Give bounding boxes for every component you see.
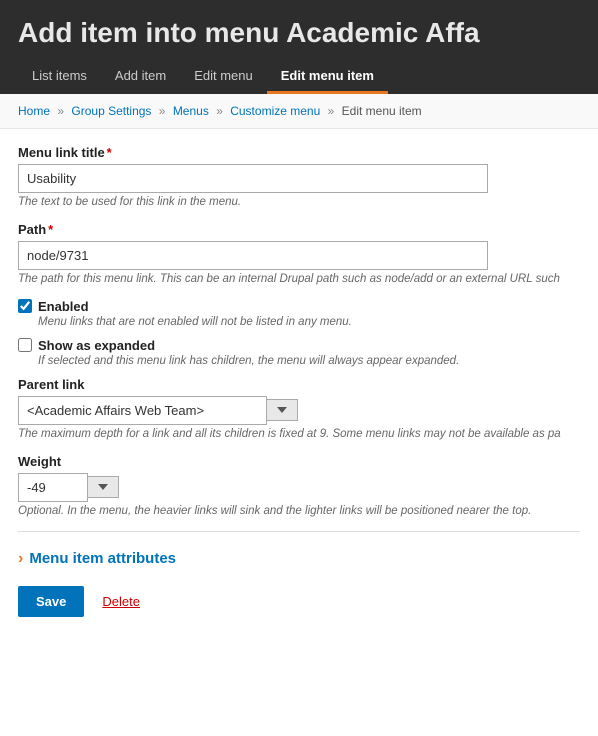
parent-link-depth-hint: The maximum depth for a link and all its… bbox=[18, 428, 580, 440]
enabled-hint: Menu links that are not enabled will not… bbox=[18, 316, 580, 328]
breadcrumb-menus[interactable]: Menus bbox=[173, 104, 209, 118]
chevron-down-icon bbox=[277, 407, 287, 413]
delete-button[interactable]: Delete bbox=[102, 594, 140, 609]
menu-link-title-input[interactable] bbox=[18, 164, 488, 193]
enabled-label[interactable]: Enabled bbox=[18, 299, 580, 314]
weight-select[interactable]: -49 bbox=[18, 473, 88, 502]
breadcrumb-sep-4: » bbox=[328, 104, 335, 118]
parent-link-select[interactable]: <Academic Affairs Web Team> bbox=[18, 396, 267, 425]
path-input[interactable] bbox=[18, 241, 488, 270]
show-expanded-hint: If selected and this menu link has child… bbox=[18, 355, 580, 367]
menu-link-title-group: Menu link title* The text to be used for… bbox=[18, 145, 580, 208]
menu-link-title-label: Menu link title* bbox=[18, 145, 580, 160]
tab-add-item[interactable]: Add item bbox=[101, 60, 180, 94]
breadcrumb: Home » Group Settings » Menus » Customiz… bbox=[0, 94, 598, 129]
weight-group: Weight -49 Optional. In the menu, the he… bbox=[18, 454, 580, 517]
required-marker: * bbox=[107, 145, 112, 160]
divider bbox=[18, 531, 580, 532]
parent-link-group: Parent link <Academic Affairs Web Team> … bbox=[18, 377, 580, 440]
breadcrumb-sep-2: » bbox=[159, 104, 166, 118]
breadcrumb-current: Edit menu item bbox=[342, 104, 422, 118]
menu-item-attributes-toggle[interactable]: › Menu item attributes bbox=[18, 550, 580, 568]
breadcrumb-sep-3: » bbox=[216, 104, 223, 118]
tab-list-items[interactable]: List items bbox=[18, 60, 101, 94]
show-expanded-checkbox[interactable] bbox=[18, 338, 32, 352]
menu-item-attributes-label: Menu item attributes bbox=[29, 550, 176, 567]
tab-edit-menu[interactable]: Edit menu bbox=[180, 60, 267, 94]
parent-link-label: Parent link bbox=[18, 377, 580, 392]
path-required-marker: * bbox=[48, 222, 53, 237]
parent-link-dropdown-btn[interactable] bbox=[267, 399, 298, 421]
enabled-checkbox[interactable] bbox=[18, 299, 32, 313]
breadcrumb-customize-menu[interactable]: Customize menu bbox=[230, 104, 320, 118]
weight-dropdown-btn[interactable] bbox=[88, 476, 119, 498]
form-buttons: Save Delete bbox=[18, 586, 580, 627]
weight-label: Weight bbox=[18, 454, 580, 469]
path-hint: The path for this menu link. This can be… bbox=[18, 273, 580, 285]
parent-link-select-container: <Academic Affairs Web Team> bbox=[18, 396, 298, 425]
menu-item-attributes-section: › Menu item attributes bbox=[18, 550, 580, 568]
weight-select-container: -49 bbox=[18, 473, 128, 502]
show-expanded-label[interactable]: Show as expanded bbox=[18, 338, 580, 353]
main-content: Menu link title* The text to be used for… bbox=[0, 129, 598, 643]
path-label: Path* bbox=[18, 222, 580, 237]
weight-chevron-down-icon bbox=[98, 484, 108, 490]
tab-bar: List items Add item Edit menu Edit menu … bbox=[18, 60, 580, 94]
show-expanded-group: Show as expanded If selected and this me… bbox=[18, 338, 580, 367]
path-group: Path* The path for this menu link. This … bbox=[18, 222, 580, 285]
breadcrumb-group-settings[interactable]: Group Settings bbox=[71, 104, 151, 118]
breadcrumb-sep-1: » bbox=[57, 104, 64, 118]
enabled-group: Enabled Menu links that are not enabled … bbox=[18, 299, 580, 328]
save-button[interactable]: Save bbox=[18, 586, 84, 617]
tab-edit-menu-item[interactable]: Edit menu item bbox=[267, 60, 388, 94]
breadcrumb-home[interactable]: Home bbox=[18, 104, 50, 118]
weight-hint: Optional. In the menu, the heavier links… bbox=[18, 505, 580, 517]
page-title: Add item into menu Academic Affa bbox=[18, 16, 580, 50]
menu-link-title-hint: The text to be used for this link in the… bbox=[18, 196, 580, 208]
chevron-right-icon: › bbox=[18, 550, 23, 568]
page-header: Add item into menu Academic Affa List it… bbox=[0, 0, 598, 94]
